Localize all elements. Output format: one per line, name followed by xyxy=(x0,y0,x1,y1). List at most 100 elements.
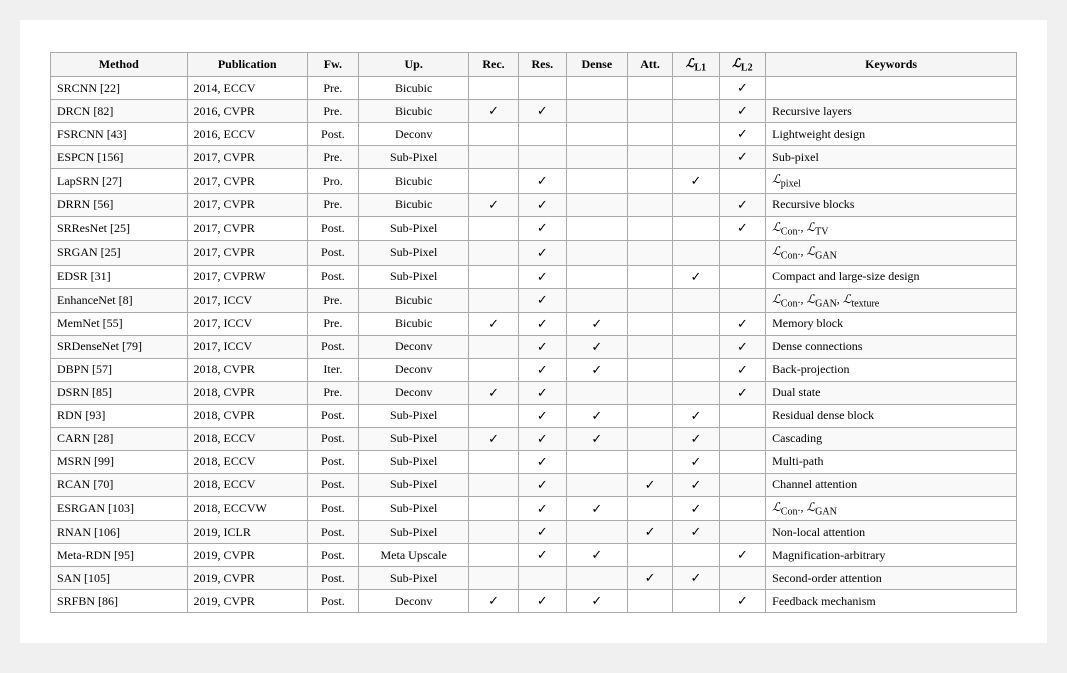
table-cell-22-6: ✓ xyxy=(566,590,627,613)
table-cell-7-7 xyxy=(627,241,673,265)
table-cell-9-6 xyxy=(566,288,627,312)
column-header-4: Rec. xyxy=(469,53,518,77)
table-cell-13-10: Dual state xyxy=(766,381,1017,404)
checkmark: ✓ xyxy=(737,197,748,212)
table-cell-18-5: ✓ xyxy=(518,496,566,520)
table-cell-16-9 xyxy=(719,450,765,473)
table-cell-16-6 xyxy=(566,450,627,473)
checkmark: ✓ xyxy=(537,385,548,400)
table-cell-3-3: Sub-Pixel xyxy=(358,146,469,169)
table-row: MemNet [55]2017, ICCVPre.Bicubic✓✓✓✓Memo… xyxy=(51,312,1017,335)
table-cell-11-3: Deconv xyxy=(358,335,469,358)
table-cell-9-8 xyxy=(673,288,719,312)
table-cell-18-1: 2018, ECCVW xyxy=(187,496,307,520)
table-cell-2-3: Deconv xyxy=(358,123,469,146)
table-row: FSRCNN [43]2016, ECCVPost.Deconv✓Lightwe… xyxy=(51,123,1017,146)
checkmark: ✓ xyxy=(488,431,499,446)
table-cell-1-0: DRCN [82] xyxy=(51,100,188,123)
table-cell-17-5: ✓ xyxy=(518,473,566,496)
table-cell-7-3: Sub-Pixel xyxy=(358,241,469,265)
table-cell-17-1: 2018, ECCV xyxy=(187,473,307,496)
table-cell-14-4 xyxy=(469,404,518,427)
table-cell-9-7 xyxy=(627,288,673,312)
table-cell-6-4 xyxy=(469,216,518,240)
checkmark: ✓ xyxy=(537,103,548,118)
table-row: ESPCN [156]2017, CVPRPre.Sub-Pixel✓Sub-p… xyxy=(51,146,1017,169)
table-cell-9-3: Bicubic xyxy=(358,288,469,312)
table-cell-19-1: 2019, ICLR xyxy=(187,521,307,544)
table-cell-9-5: ✓ xyxy=(518,288,566,312)
table-cell-22-2: Post. xyxy=(307,590,358,613)
column-header-0: Method xyxy=(51,53,188,77)
table-cell-7-2: Post. xyxy=(307,241,358,265)
table-cell-19-4 xyxy=(469,521,518,544)
table-cell-13-7 xyxy=(627,381,673,404)
table-cell-16-0: MSRN [99] xyxy=(51,450,188,473)
table-cell-8-0: EDSR [31] xyxy=(51,265,188,288)
checkmark: ✓ xyxy=(691,477,702,492)
table-cell-18-10: ℒCon., ℒGAN xyxy=(766,496,1017,520)
table-cell-3-1: 2017, CVPR xyxy=(187,146,307,169)
table-cell-0-5 xyxy=(518,77,566,100)
table-cell-1-10: Recursive layers xyxy=(766,100,1017,123)
table-cell-10-3: Bicubic xyxy=(358,312,469,335)
table-cell-4-3: Bicubic xyxy=(358,169,469,193)
table-cell-19-8: ✓ xyxy=(673,521,719,544)
table-cell-7-6 xyxy=(566,241,627,265)
table-cell-18-7 xyxy=(627,496,673,520)
table-cell-10-7 xyxy=(627,312,673,335)
table-cell-5-8 xyxy=(673,193,719,216)
checkmark: ✓ xyxy=(488,103,499,118)
checkmark: ✓ xyxy=(691,524,702,539)
table-cell-22-10: Feedback mechanism xyxy=(766,590,1017,613)
table-cell-8-1: 2017, CVPRW xyxy=(187,265,307,288)
table-cell-18-3: Sub-Pixel xyxy=(358,496,469,520)
table-cell-8-10: Compact and large-size design xyxy=(766,265,1017,288)
table-cell-4-10: ℒpixel xyxy=(766,169,1017,193)
page-container: MethodPublicationFw.Up.Rec.Res.DenseAtt.… xyxy=(20,20,1047,643)
table-cell-15-6: ✓ xyxy=(566,427,627,450)
checkmark: ✓ xyxy=(591,547,602,562)
table-cell-1-7 xyxy=(627,100,673,123)
table-cell-11-1: 2017, ICCV xyxy=(187,335,307,358)
table-cell-3-10: Sub-pixel xyxy=(766,146,1017,169)
table-cell-15-7 xyxy=(627,427,673,450)
checkmark: ✓ xyxy=(537,292,548,307)
table-cell-8-8: ✓ xyxy=(673,265,719,288)
table-cell-12-6: ✓ xyxy=(566,358,627,381)
checkmark: ✓ xyxy=(591,362,602,377)
checkmark: ✓ xyxy=(737,149,748,164)
checkmark: ✓ xyxy=(537,220,548,235)
table-cell-10-10: Memory block xyxy=(766,312,1017,335)
table-cell-16-7 xyxy=(627,450,673,473)
checkmark: ✓ xyxy=(537,173,548,188)
table-cell-5-2: Pre. xyxy=(307,193,358,216)
table-cell-21-9 xyxy=(719,567,765,590)
table-cell-14-3: Sub-Pixel xyxy=(358,404,469,427)
table-cell-2-6 xyxy=(566,123,627,146)
table-cell-6-2: Post. xyxy=(307,216,358,240)
checkmark: ✓ xyxy=(737,362,748,377)
table-cell-17-6 xyxy=(566,473,627,496)
table-cell-4-4 xyxy=(469,169,518,193)
table-cell-6-9: ✓ xyxy=(719,216,765,240)
table-cell-6-5: ✓ xyxy=(518,216,566,240)
checkmark: ✓ xyxy=(691,570,702,585)
table-row: SRGAN [25]2017, CVPRPost.Sub-Pixel✓ℒCon.… xyxy=(51,241,1017,265)
table-cell-5-0: DRRN [56] xyxy=(51,193,188,216)
table-cell-0-7 xyxy=(627,77,673,100)
table-cell-10-9: ✓ xyxy=(719,312,765,335)
table-cell-21-8: ✓ xyxy=(673,567,719,590)
table-cell-8-4 xyxy=(469,265,518,288)
table-row: SRFBN [86]2019, CVPRPost.Deconv✓✓✓✓Feedb… xyxy=(51,590,1017,613)
checkmark: ✓ xyxy=(537,408,548,423)
table-cell-15-8: ✓ xyxy=(673,427,719,450)
table-cell-7-4 xyxy=(469,241,518,265)
table-cell-11-6: ✓ xyxy=(566,335,627,358)
checkmark: ✓ xyxy=(737,385,748,400)
table-cell-6-3: Sub-Pixel xyxy=(358,216,469,240)
checkmark: ✓ xyxy=(737,103,748,118)
table-cell-12-10: Back-projection xyxy=(766,358,1017,381)
table-cell-13-3: Deconv xyxy=(358,381,469,404)
table-row: DBPN [57]2018, CVPRIter.Deconv✓✓✓Back-pr… xyxy=(51,358,1017,381)
